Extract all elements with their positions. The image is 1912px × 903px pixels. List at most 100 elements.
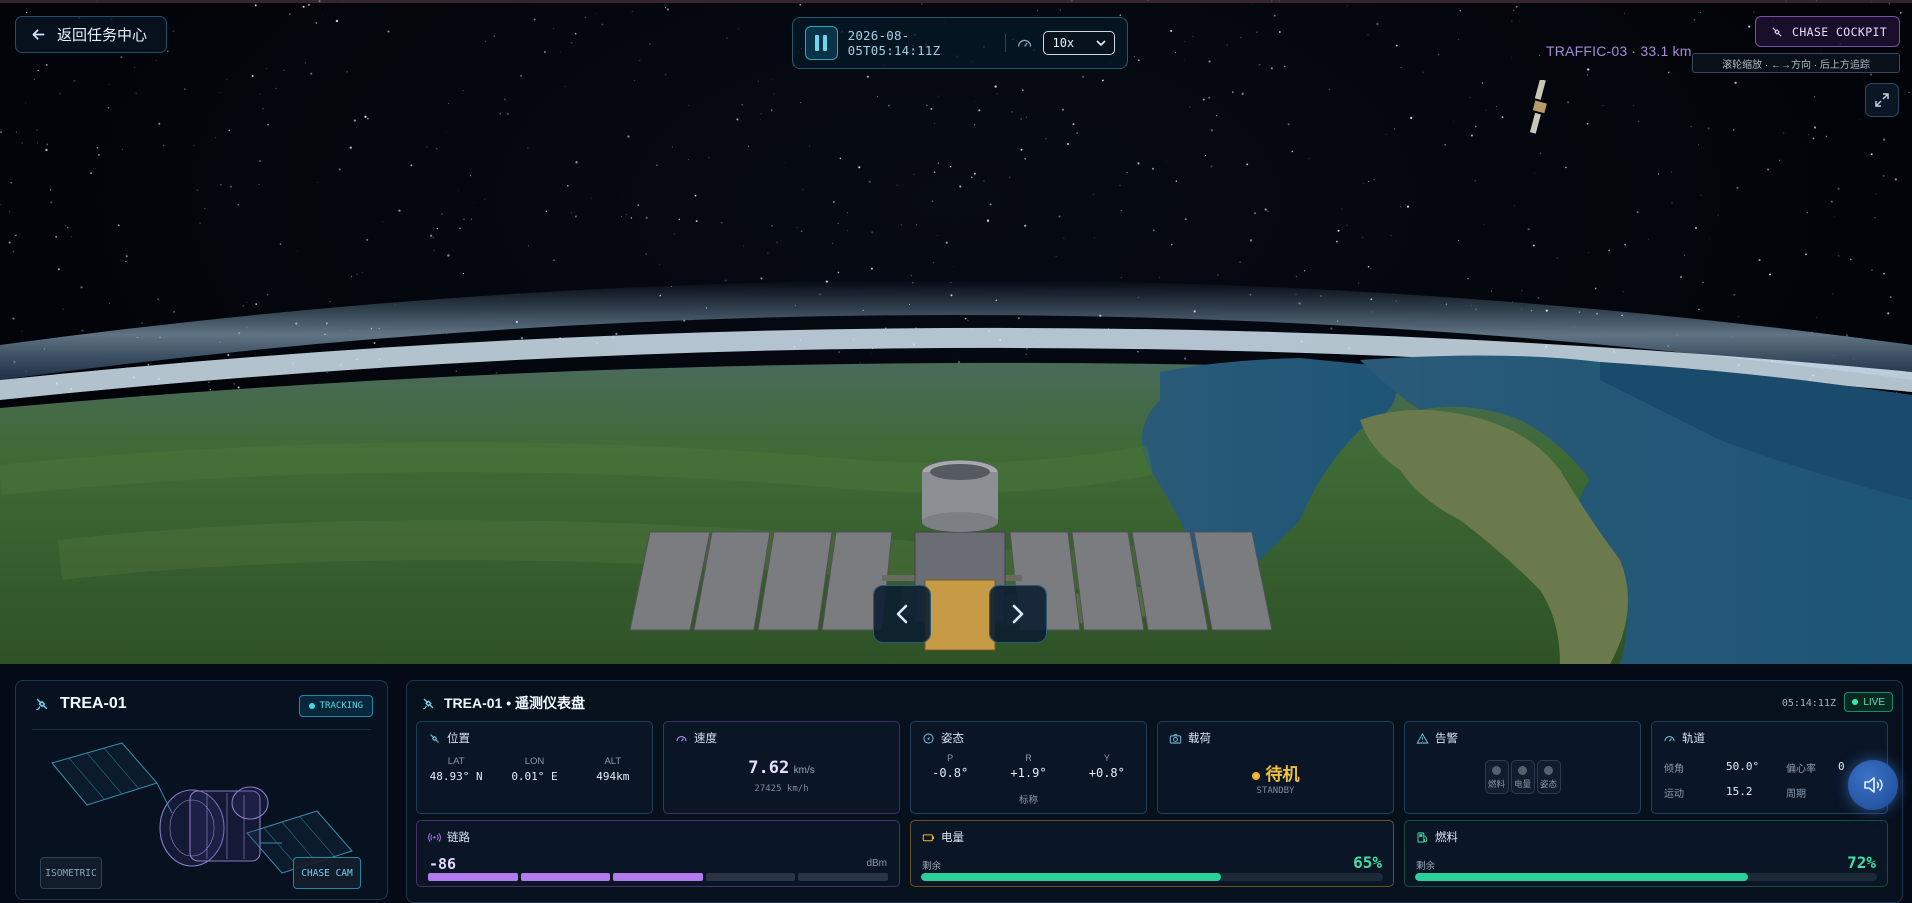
tile-label: 位置 [447,733,470,745]
satellite-name: TREA-01 [60,695,127,712]
chevron-down-icon [1096,40,1106,47]
gauge-icon [1664,735,1675,741]
lat-label: LAT [447,756,465,767]
fuel-percent: 72% [1847,853,1876,872]
power-bar-fill [921,873,1222,881]
pause-icon [815,35,820,51]
lat-value: 48.93° N [429,770,483,783]
power-tile: 电量 剩余 65% [910,820,1394,887]
tile-label: 载荷 [1188,733,1211,745]
power-bar [921,873,1383,881]
attitude-mode: 标称 [1018,795,1038,806]
next-satellite-button[interactable] [989,585,1047,643]
speed-select[interactable]: 10x [1043,31,1115,55]
tile-label: 链路 [447,832,470,844]
link-segment [798,873,888,881]
spacecraft-model[interactable] [620,460,1300,660]
mean-motion-value: 15.2 [1726,785,1753,798]
gauge-icon [676,735,687,741]
roll-value: +1.9° [1010,766,1047,780]
yaw-value: +0.8° [1088,766,1125,780]
lon-label: LON [524,756,545,767]
link-segment [613,873,703,881]
speaker-icon [1864,777,1883,793]
signal-icon [428,832,441,842]
chevron-right-icon [1012,604,1024,624]
payload-state: 待机 [1265,765,1300,784]
telemetry-dashboard: TREA-01 • 遥测仪表盘 05:14:11Z LIVE 位置 LAT 48.… [406,680,1903,903]
attitude-tile: 姿态 P -0.8° R +1.9° Y +0.8° 标称 [910,721,1147,814]
divider [32,729,371,730]
audio-button[interactable] [1848,760,1898,810]
divider [1005,34,1007,52]
position-tile: 位置 LAT 48.93° N LON 0.01° E ALT 494km [416,721,653,814]
satellite-icon [430,733,439,743]
top-accent-line [0,0,1912,3]
tile-label: 电量 [941,832,964,844]
gauge-icon [1018,39,1032,47]
power-percent: 65% [1353,853,1382,872]
link-segment [520,873,611,881]
status-dot [1251,771,1260,780]
alarm-attitude[interactable]: 姿态 [1536,760,1561,794]
tracking-badge: TRACKING [298,695,373,717]
velocity-kmh: 27425 km/h [754,784,809,794]
tile-label: 速度 [694,733,717,745]
satellite-icon [423,698,434,709]
payload-state-en: STANDBY [1256,786,1295,796]
satellite-icon [1772,26,1782,37]
link-value: -86 [429,855,457,873]
link-segment [705,873,796,881]
velocity-unit: km/s [793,765,815,776]
live-badge: LIVE [1844,692,1893,712]
chase-cockpit-label: CHASE COCKPIT [1792,24,1888,39]
speed-value: 10x [1052,36,1075,50]
chevron-left-icon [896,604,908,624]
tile-label: 燃料 [1435,832,1458,844]
back-to-mission-center-button[interactable]: 返回任务中心 [15,16,167,53]
link-tile: 链路 -86 dBm [416,820,900,887]
chase-cockpit-button[interactable]: CHASE COCKPIT [1755,16,1900,47]
velocity-value: 7.62 [748,758,790,778]
tile-label: 告警 [1435,733,1458,745]
payload-tile: 载荷 待机 STANDBY [1157,721,1394,814]
alarm-light [1544,766,1553,775]
dashboard-clock: 05:14:11Z [1781,698,1836,709]
back-label: 返回任务中心 [57,27,148,44]
isometric-view-button[interactable]: ISOMETRIC [40,857,102,889]
alarm-power[interactable]: 电量 [1510,760,1535,794]
traffic-satellite[interactable] [1520,80,1560,140]
chase-cam-button[interactable]: CHASE CAM [293,857,361,889]
compass-icon [923,732,934,744]
camera-icon [1169,733,1182,744]
fuel-sub-label: 剩余 [1416,861,1436,872]
alt-label: ALT [604,756,622,767]
pause-button[interactable] [805,26,838,60]
3d-viewport[interactable]: 返回任务中心 2026-08-05T05:14:11Z 10x CHASE CO… [0,0,1912,664]
fullscreen-button[interactable] [1865,83,1899,117]
link-segment [428,873,518,881]
link-unit: dBm [866,858,887,869]
pitch-value: -0.8° [932,766,969,780]
inclination-value: 50.0° [1726,760,1760,773]
previous-satellite-button[interactable] [873,585,931,643]
velocity-tile: 速度 7.62 km/s 27425 km/h [663,721,900,814]
fuel-bar [1415,873,1877,881]
alarm-light [1492,766,1501,775]
link-strength-bar [428,873,888,881]
warning-icon [1416,732,1429,744]
fuel-icon [1417,831,1427,843]
satellite-card-header: TREA-01 [34,695,127,713]
expand-icon [1875,93,1889,107]
satellite-card: TREA-01 TRACKING ISOMETRIC CHASE CAM [15,680,388,900]
alarm-light [1518,766,1527,775]
alarm-tile: 告警 燃料 电量 姿态 [1404,721,1641,814]
dashboard-title: TREA-01 • 遥测仪表盘 [421,693,585,713]
alarm-fuel[interactable]: 燃料 [1484,760,1509,794]
satellite-icon [36,698,48,711]
traffic-label: TRAFFIC-03 · 33.1 km [1546,43,1692,59]
lon-value: 0.01° E [511,770,558,783]
tile-label: 轨道 [1682,733,1705,745]
tile-label: 姿态 [941,733,964,745]
battery-icon [922,833,935,841]
